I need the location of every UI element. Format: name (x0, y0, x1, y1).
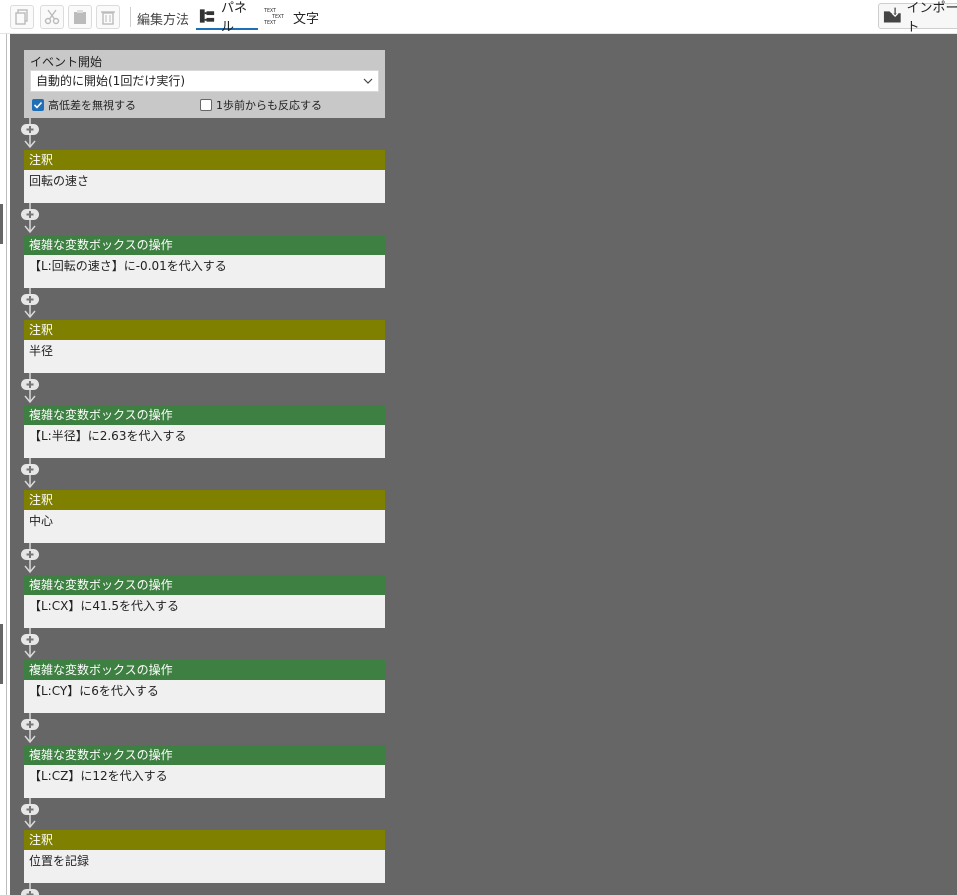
note-block[interactable]: 注釈 半径 (24, 320, 385, 373)
block-header: 複雑な変数ボックスの操作 (24, 575, 385, 595)
left-sidebar-edge (0, 34, 10, 895)
note-block[interactable]: 注釈 回転の速さ (24, 150, 385, 203)
trash-icon[interactable] (96, 5, 120, 29)
variable-operation-block[interactable]: 複雑な変数ボックスの操作 【L:CX】に41.5を代入する (24, 575, 385, 628)
edit-method-label: 編集方法 (137, 13, 190, 28)
cut-icon[interactable] (40, 5, 64, 29)
checkbox-checked-icon (32, 99, 44, 111)
event-start-title: イベント開始 (30, 55, 103, 69)
mode-text-label: 文字 (293, 11, 320, 27)
block-body: 【L:CY】に6を代入する (29, 684, 159, 698)
block-body: 回転の速さ (29, 174, 90, 188)
block-header: 注釈 (24, 830, 385, 850)
variable-operation-block[interactable]: 複雑な変数ボックスの操作 【L:CY】に6を代入する (24, 660, 385, 713)
block-body: 【L:回転の速さ】に-0.01を代入する (29, 259, 227, 273)
block-header: 注釈 (24, 490, 385, 510)
folder-import-icon (883, 7, 901, 23)
ignore-height-label: 高低差を無視する (48, 99, 136, 112)
add-block-button[interactable] (18, 883, 42, 895)
add-block-button[interactable] (18, 543, 42, 575)
event-panel-canvas[interactable]: イベント開始 自動的に開始(1回だけ実行) 高低差を無視する 1歩前からも反応す… (10, 34, 957, 895)
note-block[interactable]: 注釈 中心 (24, 490, 385, 543)
ignore-height-checkbox[interactable]: 高低差を無視する (32, 97, 136, 113)
panel-mode-icon (199, 9, 215, 23)
import-button[interactable]: インポート (878, 1, 957, 35)
add-block-button[interactable] (18, 458, 42, 490)
variable-operation-block[interactable]: 複雑な変数ボックスの操作 【L:回転の速さ】に-0.01を代入する (24, 235, 385, 288)
paste-icon[interactable] (68, 5, 92, 29)
block-header: 複雑な変数ボックスの操作 (24, 745, 385, 765)
mode-panel-label: パネル (220, 1, 247, 35)
block-body: 半径 (29, 344, 54, 358)
copy-icon[interactable] (10, 5, 34, 29)
block-body: 【L:半径】に2.63を代入する (29, 429, 187, 443)
block-body: 中心 (29, 514, 54, 528)
add-block-button[interactable] (18, 798, 42, 830)
add-block-button[interactable] (18, 628, 42, 660)
add-block-button[interactable] (18, 713, 42, 745)
block-header: 複雑な変数ボックスの操作 (24, 660, 385, 680)
splitter-handle-lower[interactable] (0, 624, 3, 684)
trigger-select[interactable]: 自動的に開始(1回だけ実行) (30, 70, 379, 92)
react-before-label: 1歩前からも反応する (216, 99, 322, 112)
block-header: 複雑な変数ボックスの操作 (24, 235, 385, 255)
event-start-block[interactable]: イベント開始 自動的に開始(1回だけ実行) 高低差を無視する 1歩前からも反応す… (24, 50, 385, 118)
trigger-select-value: 自動的に開始(1回だけ実行) (36, 74, 185, 88)
block-body: 【L:CX】に41.5を代入する (29, 599, 180, 613)
checkbox-unchecked-icon (200, 99, 212, 111)
chevron-down-icon (363, 78, 373, 84)
splitter-handle[interactable] (0, 204, 3, 244)
block-body: 位置を記録 (29, 854, 90, 868)
add-block-button[interactable] (18, 203, 42, 235)
block-header: 注釈 (24, 150, 385, 170)
add-block-button[interactable] (18, 373, 42, 405)
import-label: インポート (906, 1, 957, 35)
variable-operation-block[interactable]: 複雑な変数ボックスの操作 【L:CZ】に12を代入する (24, 745, 385, 798)
mode-panel-button[interactable]: パネル (196, 1, 258, 35)
block-header: 複雑な変数ボックスの操作 (24, 405, 385, 425)
toolbar: 編集方法 パネル TEXT TEXT TEXT 文字 インポート (0, 0, 957, 35)
note-block[interactable]: 注釈 位置を記録 (24, 830, 385, 883)
react-before-checkbox[interactable]: 1歩前からも反応する (200, 97, 322, 113)
block-body: 【L:CZ】に12を代入する (29, 769, 168, 783)
toolbar-separator (130, 7, 131, 27)
variable-operation-block[interactable]: 複雑な変数ボックスの操作 【L:半径】に2.63を代入する (24, 405, 385, 458)
mode-text-button[interactable]: TEXT TEXT TEXT 文字 (262, 4, 324, 30)
text-mode-icon: TEXT TEXT TEXT (264, 8, 285, 26)
add-block-button[interactable] (18, 288, 42, 320)
block-header: 注釈 (24, 320, 385, 340)
add-block-button[interactable] (18, 118, 42, 150)
